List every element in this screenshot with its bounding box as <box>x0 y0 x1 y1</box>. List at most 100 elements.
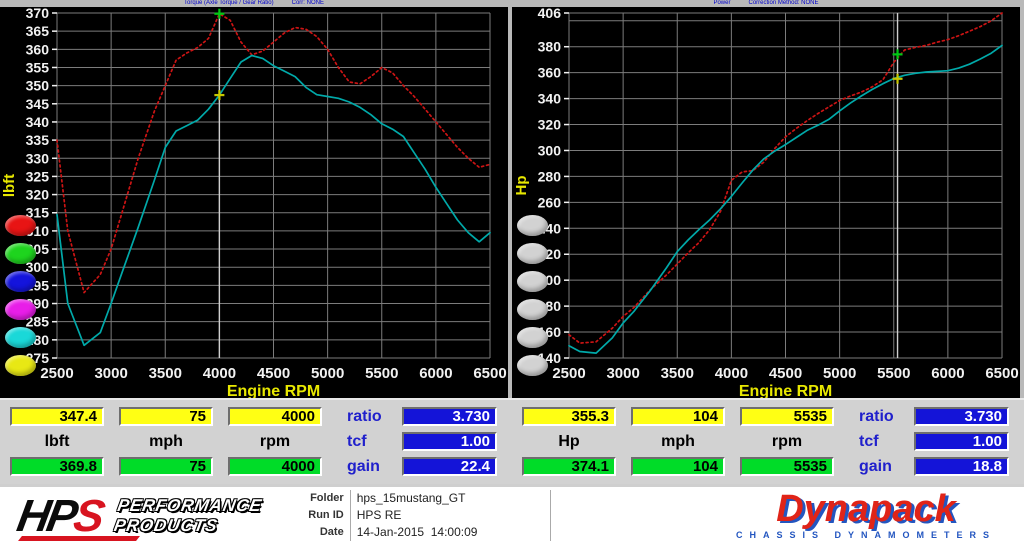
y-tick-label: 320 <box>26 187 50 203</box>
torque-unit-label: lbft <box>10 432 104 451</box>
speed-cursor-value: 104 <box>631 407 725 426</box>
y-axis-label: lbft <box>1 174 18 197</box>
curve-color-button-gray-6[interactable] <box>517 355 548 376</box>
curve-color-button-gray-1[interactable] <box>517 215 548 236</box>
curve-color-button-magenta[interactable] <box>5 299 36 320</box>
torque-correction-label: Corr: NONE <box>292 0 324 7</box>
folder-label: Folder <box>288 490 350 507</box>
y-axis-label: Hp <box>513 176 530 196</box>
rpm-unit-label: rpm <box>228 432 322 451</box>
curve-color-button-yellow[interactable] <box>5 355 36 376</box>
ratio-value: 3.730 <box>914 407 1009 426</box>
curve-color-button-gray-3[interactable] <box>517 271 548 292</box>
x-axis-label: Engine RPM <box>227 383 320 398</box>
x-tick-label: 4000 <box>203 365 236 382</box>
dynapack-logo-name: Dynapack <box>736 491 996 527</box>
hps-logo-text: PERFORMANCE PRODUCTS <box>112 496 263 535</box>
x-tick-label: 2500 <box>552 365 585 382</box>
y-tick-label: 280 <box>538 168 562 184</box>
readout-area: 347.4 75 4000 ratio 3.730 lbft mph rpm t… <box>0 398 1024 484</box>
y-tick-label: 325 <box>26 168 50 184</box>
curve-color-button-gray-2[interactable] <box>517 243 548 264</box>
power-correction-label: Correction Method: NONE <box>748 0 818 7</box>
curve-color-button-green[interactable] <box>5 243 36 264</box>
torque-curve-buttons <box>5 215 36 376</box>
torque-peak-value: 369.8 <box>10 457 104 476</box>
torque-chart-panel: Torque (Axle Torque / Gear Ratio) Corr: … <box>0 0 508 398</box>
y-tick-label: 365 <box>26 23 50 39</box>
ratio-label: ratio <box>337 407 387 426</box>
x-tick-label: 6500 <box>473 365 506 382</box>
torque-chart-header: Torque (Axle Torque / Gear Ratio) Corr: … <box>0 0 508 7</box>
rpm-cursor-value: 5535 <box>740 407 834 426</box>
y-tick-label: 320 <box>538 117 562 133</box>
rpm-peak-value: 4000 <box>228 457 322 476</box>
power-unit-label: Hp <box>522 432 616 451</box>
y-tick-label: 330 <box>26 150 50 166</box>
folder-value: hps_15mustang_GT <box>350 490 550 507</box>
torque-chart-title: Torque (Axle Torque / Gear Ratio) <box>184 0 274 7</box>
power-curve-buttons <box>517 215 548 376</box>
y-tick-label: 355 <box>26 59 50 75</box>
curve-color-button-gray-4[interactable] <box>517 299 548 320</box>
hps-logo-hp: HP <box>14 490 80 541</box>
curve-color-button-gray-5[interactable] <box>517 327 548 348</box>
power-chart-panel: Power Correction Method: NONE 2500300035… <box>512 0 1020 398</box>
gain-label: gain <box>849 457 899 476</box>
gain-value: 18.8 <box>914 457 1009 476</box>
hps-logo-swoosh <box>18 536 140 541</box>
run-id-value: HPS RE <box>350 507 550 524</box>
x-tick-label: 5000 <box>823 365 856 382</box>
x-tick-label: 4000 <box>715 365 748 382</box>
date-label: Date <box>288 524 350 541</box>
hps-performance-text: PERFORMANCE <box>116 496 264 516</box>
speed-unit-label: mph <box>631 432 725 451</box>
y-tick-label: 406 <box>538 5 562 21</box>
speed-unit-label: mph <box>119 432 213 451</box>
gain-label: gain <box>337 457 387 476</box>
gain-value: 22.4 <box>402 457 497 476</box>
tcf-label: tcf <box>849 432 899 451</box>
y-tick-label: 360 <box>26 41 50 57</box>
x-tick-label: 5500 <box>877 365 910 382</box>
power-plot[interactable]: 2500300035004000450050005500600065001401… <box>512 0 1020 398</box>
x-tick-label: 2500 <box>40 365 73 382</box>
y-tick-label: 260 <box>538 194 562 210</box>
run-info-box: Folder hps_15mustang_GT Run ID HPS RE Da… <box>288 490 551 541</box>
dyno-app-window: Torque (Axle Torque / Gear Ratio) Corr: … <box>0 0 1024 544</box>
power-peak-value: 374.1 <box>522 457 616 476</box>
x-tick-label: 6000 <box>419 365 452 382</box>
dynapack-logo-subtitle: CHASSIS DYNAMOMETERS <box>736 530 996 540</box>
x-tick-label: 6000 <box>931 365 964 382</box>
y-tick-label: 340 <box>26 114 50 130</box>
tcf-value: 1.00 <box>402 432 497 451</box>
y-tick-label: 350 <box>26 78 50 94</box>
x-axis-label: Engine RPM <box>739 383 832 398</box>
speed-peak-value: 75 <box>119 457 213 476</box>
power-readout-panel: 355.3 104 5535 ratio 3.730 Hp mph rpm tc… <box>512 400 1024 484</box>
speed-cursor-value: 75 <box>119 407 213 426</box>
curve-color-button-cyan[interactable] <box>5 327 36 348</box>
x-tick-label: 3500 <box>661 365 694 382</box>
date-value: 14-Jan-2015 14:00:09 <box>350 524 550 541</box>
run-id-label: Run ID <box>288 507 350 524</box>
rpm-unit-label: rpm <box>740 432 834 451</box>
curve-color-button-red[interactable] <box>5 215 36 236</box>
x-tick-label: 5000 <box>311 365 344 382</box>
x-tick-label: 3000 <box>94 365 127 382</box>
x-tick-label: 4500 <box>769 365 802 382</box>
torque-plot[interactable]: 2500300035004000450050005500600065002752… <box>0 0 508 398</box>
y-tick-label: 380 <box>538 39 562 55</box>
torque-readout-panel: 347.4 75 4000 ratio 3.730 lbft mph rpm t… <box>0 400 512 484</box>
y-tick-label: 345 <box>26 96 50 112</box>
hps-logo: HPS PERFORMANCE PRODUCTS <box>18 493 260 538</box>
curve-color-button-blue[interactable] <box>5 271 36 292</box>
footer-bar: HPS PERFORMANCE PRODUCTS Folder hps_15mu… <box>0 484 1024 544</box>
hps-logo-mark: HPS <box>18 493 102 538</box>
x-tick-label: 5500 <box>365 365 398 382</box>
dynapack-logo: Dynapack CHASSIS DYNAMOMETERS <box>736 491 996 539</box>
power-chart-header: Power Correction Method: NONE <box>512 0 1020 7</box>
tcf-label: tcf <box>337 432 387 451</box>
y-tick-label: 340 <box>538 91 562 107</box>
torque-cursor-value: 347.4 <box>10 407 104 426</box>
